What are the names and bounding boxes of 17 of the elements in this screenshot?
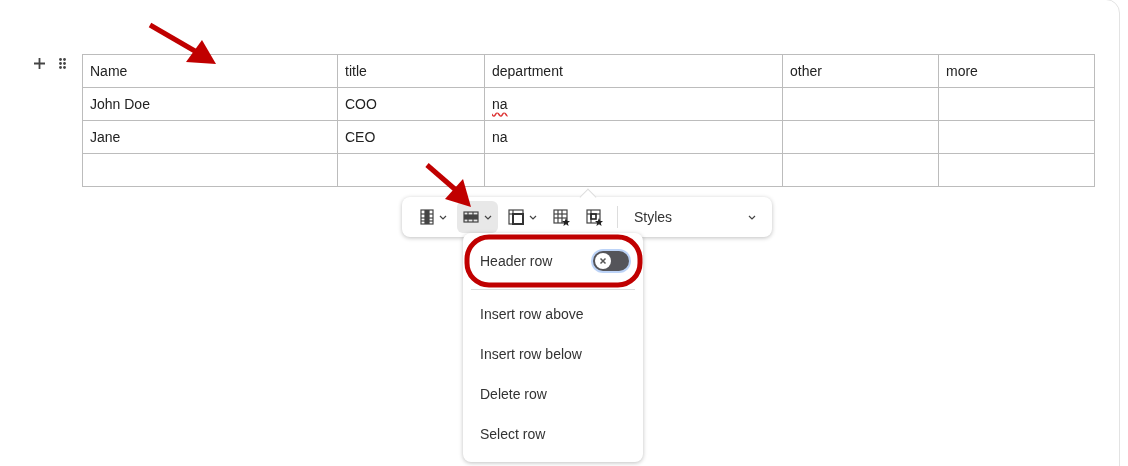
styles-dropdown[interactable]: Styles (626, 201, 760, 233)
menu-item[interactable]: Select row (463, 414, 643, 454)
menu-item[interactable]: Insert row above (463, 294, 643, 334)
menu-item[interactable]: Delete row (463, 374, 643, 414)
table-cell[interactable]: more (938, 54, 1095, 88)
menu-item[interactable]: Insert row below (463, 334, 643, 374)
table-cell[interactable]: na (484, 87, 783, 121)
table-cell[interactable]: title (337, 54, 485, 88)
table-cell[interactable]: na (484, 120, 783, 154)
header-row-label: Header row (480, 253, 553, 269)
table-cell[interactable]: Jane (82, 120, 338, 154)
table-cell[interactable]: Name (82, 54, 338, 88)
table-cell[interactable]: department (484, 54, 783, 88)
table-cell[interactable]: CEO (337, 120, 485, 154)
table-cell[interactable]: other (782, 54, 939, 88)
table-cell[interactable]: COO (337, 87, 485, 121)
table-cell[interactable]: John Doe (82, 87, 338, 121)
